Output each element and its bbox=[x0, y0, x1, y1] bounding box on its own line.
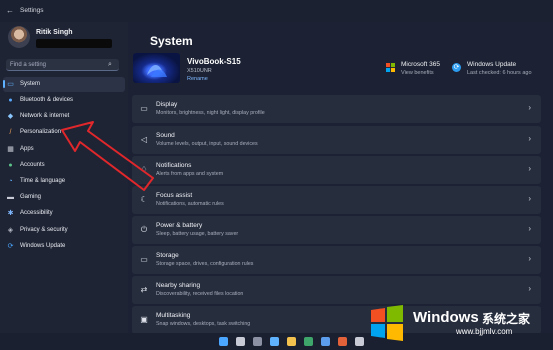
brave-icon[interactable] bbox=[338, 337, 347, 346]
power-icon: ⏻ bbox=[140, 225, 148, 234]
multitask-icon: ▣ bbox=[140, 315, 148, 324]
chevron-right-icon: › bbox=[528, 103, 531, 112]
sidebar-item-label: Accessibility bbox=[20, 210, 53, 216]
sidebar-item-windows-update[interactable]: ⟳ Windows Update bbox=[3, 239, 125, 254]
sidebar-item-label: Apps bbox=[20, 146, 34, 152]
search-icon[interactable] bbox=[236, 337, 245, 346]
rename-link[interactable]: Rename bbox=[187, 76, 208, 82]
chevron-right-icon: › bbox=[528, 134, 531, 143]
update-icon: ⟳ bbox=[7, 243, 14, 250]
windows-update-icon[interactable]: ⟳ bbox=[452, 63, 461, 72]
drive-icon: ▭ bbox=[140, 255, 148, 264]
store-icon[interactable] bbox=[321, 337, 330, 346]
apps-icon: ▦ bbox=[7, 146, 14, 153]
file-explorer-icon[interactable] bbox=[287, 337, 296, 346]
annotation-arrow-icon bbox=[61, 121, 154, 191]
microsoft-365-title[interactable]: Microsoft 365 bbox=[401, 61, 440, 68]
brush-icon: / bbox=[9, 129, 12, 136]
sidebar-item-label: Personalization bbox=[20, 129, 62, 135]
redacted-email bbox=[36, 39, 112, 48]
back-arrow-icon[interactable]: ← bbox=[6, 6, 14, 15]
card-subtitle: Discoverability, received files location bbox=[156, 291, 244, 297]
controller-icon: ▬ bbox=[7, 194, 14, 201]
user-name: Ritik Singh bbox=[36, 29, 73, 36]
sidebar-item-label: Bluetooth & devices bbox=[20, 97, 74, 103]
watermark-chinese: 系统之家 bbox=[482, 312, 531, 326]
card-title: Notifications bbox=[156, 162, 192, 169]
task-view-icon[interactable] bbox=[253, 337, 262, 346]
chevron-right-icon: › bbox=[528, 164, 531, 173]
title-bar bbox=[0, 0, 553, 22]
card-subtitle: Notifications, automatic rules bbox=[156, 201, 224, 207]
card-subtitle: Alerts from apps and system bbox=[156, 171, 224, 177]
windows-update-status: Last checked: 6 hours ago bbox=[467, 70, 532, 76]
card-title: Focus assist bbox=[156, 192, 193, 199]
card-subtitle: Storage space, drives, configuration rul… bbox=[156, 261, 254, 267]
selection-indicator bbox=[3, 80, 5, 88]
focus-assist-card[interactable]: ☾ Focus assist Notifications, automatic … bbox=[132, 186, 541, 214]
sidebar-item-label: Accounts bbox=[20, 162, 45, 168]
storage-card[interactable]: ▭ Storage Storage space, drives, configu… bbox=[132, 246, 541, 274]
card-subtitle: Volume levels, output, input, sound devi… bbox=[156, 141, 258, 147]
card-title: Nearby sharing bbox=[156, 282, 201, 289]
card-title: Multitasking bbox=[156, 312, 191, 319]
share-icon: ⇄ bbox=[140, 285, 148, 294]
microsoft-365-icon[interactable] bbox=[386, 63, 395, 72]
sidebar-item-label: Windows Update bbox=[20, 243, 66, 249]
card-subtitle: Sleep, battery usage, battery saver bbox=[156, 231, 239, 237]
chevron-right-icon: › bbox=[528, 254, 531, 263]
card-subtitle: Snap windows, desktops, task switching bbox=[156, 321, 251, 327]
accessibility-icon: ✱ bbox=[7, 210, 14, 217]
sidebar-item-privacy[interactable]: ◈ Privacy & security bbox=[3, 223, 125, 238]
sidebar-item-label: Time & language bbox=[20, 178, 66, 184]
sidebar-item-bluetooth[interactable]: ● Bluetooth & devices bbox=[3, 93, 125, 108]
wifi-icon: ◆ bbox=[7, 113, 14, 120]
windows-logo-watermark bbox=[371, 305, 403, 341]
watermark-brand: Windows bbox=[413, 309, 479, 326]
monitor-icon: ▭ bbox=[7, 81, 14, 88]
card-title: Sound bbox=[156, 132, 175, 139]
page-title: System bbox=[150, 34, 193, 48]
watermark-url: www.bjjmlv.com bbox=[456, 327, 513, 336]
search-placeholder: Find a setting bbox=[10, 62, 47, 68]
power-battery-card[interactable]: ⏻ Power & battery Sleep, battery usage, … bbox=[132, 216, 541, 244]
sidebar-item-label: Gaming bbox=[20, 194, 42, 200]
monitor-icon: ▭ bbox=[140, 104, 148, 113]
moon-icon: ☾ bbox=[140, 195, 148, 204]
card-title: Storage bbox=[156, 252, 179, 259]
sidebar-item-accessibility[interactable]: ✱ Accessibility bbox=[3, 206, 125, 221]
widgets-icon[interactable] bbox=[270, 337, 279, 346]
device-name: VivoBook-S15 bbox=[187, 57, 241, 66]
globe-clock-icon: ◔ bbox=[8, 178, 13, 185]
chevron-right-icon: › bbox=[528, 284, 531, 293]
display-card[interactable]: ▭ Display Monitors, brightness, night li… bbox=[132, 95, 541, 123]
card-title: Power & battery bbox=[156, 222, 203, 229]
window-title: Settings bbox=[20, 7, 44, 14]
notifications-card[interactable]: ♢ Notifications Alerts from apps and sys… bbox=[132, 156, 541, 184]
sidebar-item-system[interactable]: ▭ System bbox=[3, 77, 125, 92]
microsoft-365-subtitle: View benefits bbox=[401, 70, 434, 76]
shield-icon: ◈ bbox=[7, 227, 14, 234]
chevron-right-icon: › bbox=[528, 194, 531, 203]
card-subtitle: Monitors, brightness, night light, displ… bbox=[156, 110, 265, 116]
start-icon[interactable] bbox=[219, 337, 228, 346]
sound-card[interactable]: ◁ Sound Volume levels, output, input, so… bbox=[132, 126, 541, 154]
edge-icon[interactable] bbox=[304, 337, 313, 346]
search-icon[interactable]: ⌕ bbox=[108, 61, 112, 69]
device-model: X510UNR bbox=[187, 68, 212, 74]
sidebar-item-label: System bbox=[20, 81, 41, 87]
settings-icon[interactable] bbox=[355, 337, 364, 346]
sidebar-item-label: Privacy & security bbox=[20, 227, 68, 233]
bluetooth-icon: ● bbox=[8, 97, 13, 104]
device-wallpaper-thumbnail bbox=[133, 53, 180, 83]
chevron-right-icon: › bbox=[528, 224, 531, 233]
avatar[interactable] bbox=[8, 26, 30, 48]
person-icon: ● bbox=[8, 162, 13, 169]
windows-update-title[interactable]: Windows Update bbox=[467, 61, 516, 68]
nearby-sharing-card[interactable]: ⇄ Nearby sharing Discoverability, receiv… bbox=[132, 276, 541, 304]
card-title: Display bbox=[156, 101, 178, 108]
bloom-icon bbox=[147, 64, 167, 77]
